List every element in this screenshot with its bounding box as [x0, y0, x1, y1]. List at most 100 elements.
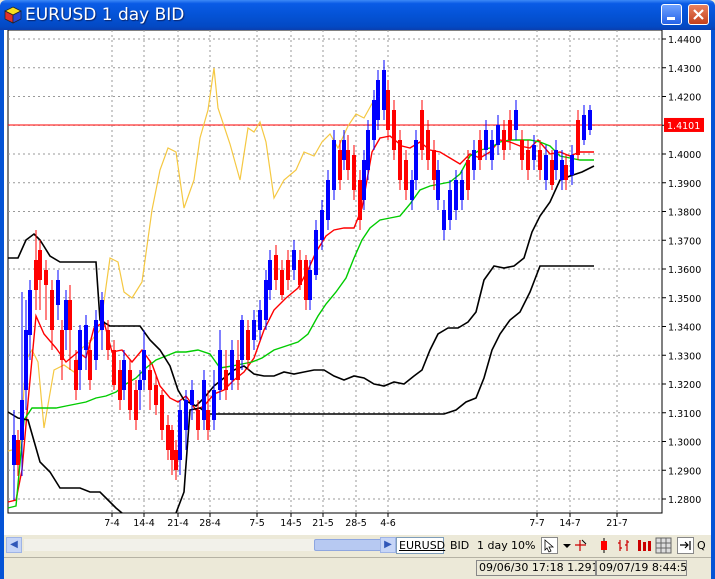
- bull-candle: [122, 360, 126, 390]
- bear-candle: [166, 425, 170, 450]
- bull-candle: [142, 350, 146, 380]
- date-tick-label: 21-5: [312, 518, 334, 529]
- bear-candle: [502, 130, 506, 150]
- scroll-left-icon[interactable]: ◀: [6, 537, 22, 553]
- goto-end-icon[interactable]: [677, 537, 694, 554]
- bear-candle: [60, 330, 64, 360]
- senkou-span-b-line: [175, 265, 594, 514]
- status-bar: 09/06/30 17:18 1.2915 09/07/19 8:44:59: [4, 557, 711, 579]
- server-time-status: 09/07/19 8:44:59: [596, 560, 687, 576]
- bear-candle: [44, 270, 48, 285]
- chart-canvas[interactable]: 1.44001.43001.42001.41001.40001.39001.38…: [4, 29, 711, 535]
- bar-chart-icon[interactable]: [615, 537, 632, 554]
- bull-candle: [484, 130, 488, 150]
- timeframe-label[interactable]: 1 day: [477, 538, 508, 554]
- price-tick-label: 1.3000: [668, 438, 701, 449]
- price-chart[interactable]: 1.44001.43001.42001.41001.40001.39001.38…: [4, 29, 711, 535]
- bull-candle: [532, 145, 536, 160]
- bear-candle: [88, 350, 92, 380]
- bull-candle: [190, 390, 194, 405]
- crosshair-icon[interactable]: [572, 537, 589, 554]
- price-tick-label: 1.4300: [668, 64, 701, 75]
- price-tick-label: 1.3700: [668, 236, 701, 247]
- date-tick-label: 14-5: [280, 518, 302, 529]
- price-tick-label: 1.3600: [668, 265, 701, 276]
- bear-candle: [154, 385, 158, 405]
- bull-candle: [308, 270, 312, 300]
- bull-candle: [202, 380, 206, 420]
- bear-candle: [420, 110, 424, 150]
- bull-candle: [382, 70, 386, 110]
- close-button[interactable]: [688, 4, 709, 25]
- bear-candle: [304, 260, 308, 300]
- cursor-icon[interactable]: [541, 537, 558, 554]
- line-chart-icon[interactable]: [635, 537, 652, 554]
- price-tick-label: 1.3200: [668, 380, 701, 391]
- minimize-button[interactable]: [661, 4, 682, 25]
- date-tick-label: 4-6: [380, 518, 396, 529]
- bear-candle: [526, 150, 530, 170]
- bull-candle: [376, 80, 380, 120]
- scrollbar-thumb[interactable]: [314, 539, 386, 551]
- bull-candle: [366, 130, 370, 170]
- date-tick-label: 7-5: [249, 518, 265, 529]
- price-tick-label: 1.4000: [668, 150, 701, 161]
- bear-candle: [298, 260, 302, 285]
- bear-candle: [274, 255, 278, 280]
- bull-candle: [212, 390, 216, 420]
- bull-candle: [570, 155, 574, 175]
- price-tick-label: 1.3800: [668, 208, 701, 219]
- bull-candle: [94, 320, 98, 360]
- bull-candle: [24, 330, 28, 390]
- zoom-icon[interactable]: Q: [697, 538, 706, 554]
- bear-candle: [196, 410, 200, 430]
- zoom-label[interactable]: 10%: [511, 538, 535, 554]
- bull-candle: [372, 100, 376, 140]
- bear-candle: [68, 300, 72, 330]
- bull-candle: [554, 150, 558, 170]
- bear-candle: [246, 330, 250, 360]
- bull-candle: [56, 280, 60, 305]
- symbol-selector[interactable]: EURUSD: [396, 537, 445, 554]
- bear-candle: [398, 140, 402, 180]
- price-tick-label: 1.4400: [668, 35, 701, 46]
- bull-candle: [342, 140, 346, 160]
- bull-candle: [448, 190, 452, 220]
- bear-candle: [520, 140, 524, 160]
- bull-candle: [414, 140, 418, 180]
- bull-candle: [544, 155, 548, 180]
- date-tick-label: 21-4: [167, 518, 189, 529]
- bear-candle: [170, 430, 174, 460]
- bull-candle: [230, 350, 234, 380]
- price-side-label[interactable]: BID: [450, 538, 469, 554]
- bull-candle: [588, 110, 592, 130]
- bear-candle: [128, 370, 132, 410]
- date-tick-label: 14-7: [559, 518, 581, 529]
- bear-candle: [174, 450, 178, 470]
- price-tick-label: 1.2800: [668, 495, 701, 506]
- bull-candle: [332, 140, 336, 190]
- bear-candle: [432, 150, 436, 180]
- bull-candle: [472, 150, 476, 170]
- scroll-right-icon[interactable]: ▶: [380, 537, 396, 553]
- candle-icon[interactable]: [596, 537, 613, 554]
- bull-candle: [20, 400, 24, 440]
- bear-candle: [508, 120, 512, 140]
- bull-candle: [264, 280, 268, 320]
- date-tick-label: 7-4: [104, 518, 120, 529]
- bear-candle: [224, 370, 228, 390]
- bull-candle: [514, 110, 518, 130]
- price-tick-label: 1.3900: [668, 179, 701, 190]
- bull-candle: [28, 290, 32, 335]
- bear-candle: [286, 260, 290, 280]
- window-title: EURUSD 1 day BID: [25, 5, 185, 25]
- bear-candle: [118, 370, 122, 400]
- bull-candle: [100, 300, 104, 330]
- date-tick-label: 28-4: [199, 518, 221, 529]
- bear-candle: [550, 160, 554, 185]
- window-frame-right: [711, 30, 715, 579]
- grid-icon[interactable]: [655, 537, 672, 554]
- bear-candle: [564, 165, 568, 180]
- bear-candle: [106, 330, 110, 350]
- bull-candle: [292, 250, 296, 270]
